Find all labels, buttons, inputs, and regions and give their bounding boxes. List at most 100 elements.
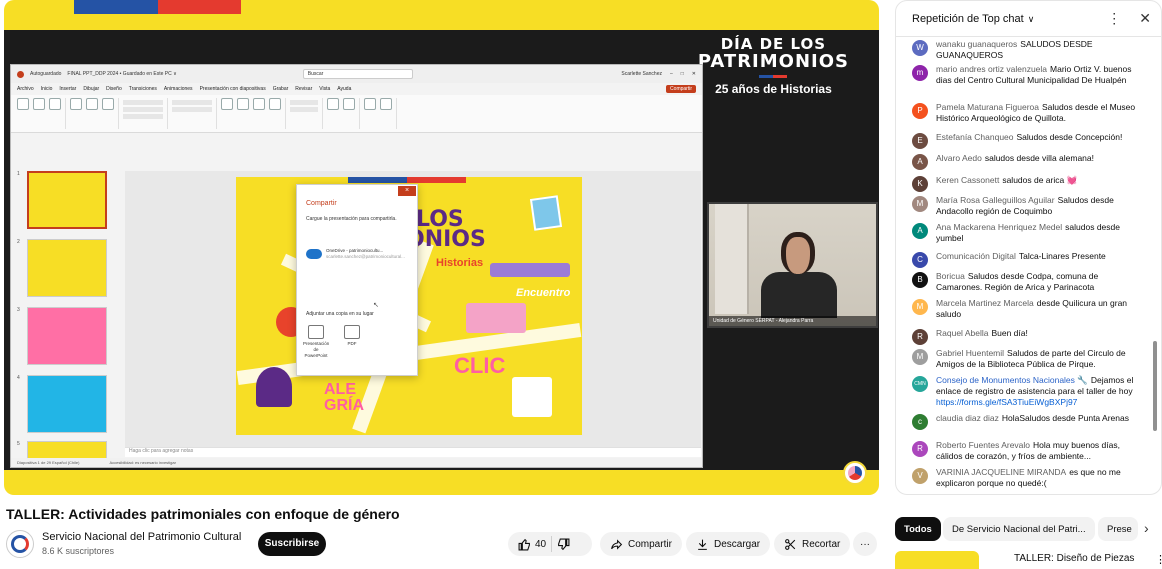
webcam-feed: Unidad de Género SERPAT - Alejandra Parr… bbox=[707, 202, 878, 328]
chat-author: claudia diaz diaz bbox=[936, 413, 999, 423]
chat-text: saludos de arica 💓 bbox=[1002, 175, 1078, 185]
chat-author: Marcela Martinez Marcela bbox=[936, 298, 1034, 308]
chat-author: Ana Mackarena Henriquez Medel bbox=[936, 222, 1063, 232]
related-video-title[interactable]: TALLER: Diseño de Piezas bbox=[1014, 553, 1134, 564]
close-chat-icon[interactable]: ✕ bbox=[1139, 10, 1151, 27]
channel-watermark-icon[interactable] bbox=[843, 461, 867, 485]
chat-message-list[interactable]: W wanaku guanaqueros SALUDOS DESDE GUANAQ… bbox=[896, 37, 1151, 494]
slide-ale-1: ALE bbox=[324, 381, 356, 398]
kebab-menu-icon[interactable]: ⋮ bbox=[1107, 10, 1121, 27]
chat-text: Talca-Linares Presente bbox=[1018, 251, 1106, 261]
chat-author: Roberto Fuentes Arevalo bbox=[936, 440, 1031, 450]
slide-thumbnail bbox=[27, 171, 107, 229]
chat-avatar: c bbox=[912, 414, 928, 430]
chip-presentations[interactable]: Prese bbox=[1098, 517, 1138, 541]
chat-message: V VARINIA JACQUELINE MIRANDA es que no me… bbox=[912, 467, 1142, 489]
chat-mode-dropdown[interactable]: Repetición de Top chat ∨ bbox=[912, 13, 1034, 25]
ppt-ribbon bbox=[11, 95, 702, 133]
chat-author: Comunicación Digital bbox=[936, 251, 1016, 261]
chat-author: wanaku guanaqueros bbox=[936, 39, 1018, 49]
related-kebab-icon[interactable]: ⋮ bbox=[1155, 553, 1162, 566]
thumbs-down-icon[interactable] bbox=[557, 538, 570, 551]
ppt-menu-item: Insertar bbox=[59, 86, 77, 92]
presenter-head bbox=[781, 232, 815, 274]
ppt-menu-item: Diseño bbox=[106, 86, 122, 92]
scissors-icon bbox=[785, 538, 796, 550]
ppt-search-input: Buscar bbox=[302, 69, 413, 79]
chat-message: P Pamela Maturana Figueroa Saludos desde … bbox=[912, 102, 1142, 124]
clip-button[interactable]: Recortar bbox=[774, 532, 851, 556]
like-button[interactable]: 40 bbox=[518, 538, 546, 551]
slide-thumbnails: 1 2 3 4 5 bbox=[15, 171, 119, 461]
related-video-thumbnail[interactable] bbox=[895, 551, 979, 569]
like-count: 40 bbox=[535, 538, 547, 550]
ppt-accessibility-status: Accesibilidad: es necesario investigar bbox=[109, 460, 176, 465]
onedrive-email: scarlette.sanchez@patrimoniocultural... bbox=[326, 254, 405, 259]
logo-line-1: DÍA DE LOS bbox=[720, 35, 827, 53]
video-player[interactable]: DÍA DE LOS PATRIMONIOS 25 años de Histor… bbox=[4, 0, 879, 495]
chip-all[interactable]: Todos bbox=[895, 517, 941, 541]
share-label: Compartir bbox=[628, 538, 672, 550]
chat-message: A Ana Mackarena Henriquez Medel saludos d… bbox=[912, 222, 1142, 244]
chat-link[interactable]: https://forms.gle/fSA3TiuEiWgBXPj97 bbox=[936, 397, 1077, 407]
chat-avatar: A bbox=[912, 223, 928, 239]
dialog-text: Cargue la presentación para compartirla. bbox=[306, 216, 397, 222]
ppt-menu-item: Ayuda bbox=[337, 86, 352, 92]
chat-text: Buen día! bbox=[991, 328, 1028, 338]
ppt-menu-item: Archivo bbox=[17, 86, 34, 92]
ppt-share-button: Compartir bbox=[666, 85, 696, 93]
ppt-menu-item: Vista bbox=[319, 86, 331, 92]
channel-avatar[interactable] bbox=[6, 530, 34, 558]
chevron-right-icon[interactable]: › bbox=[1144, 520, 1149, 536]
ppt-menu-item: Revisar bbox=[295, 86, 313, 92]
slide-clic: CLIC bbox=[454, 353, 506, 378]
presenter-body bbox=[761, 272, 837, 318]
chat-message: M Marcela Martinez Marcela desde Quilicur… bbox=[912, 298, 1142, 320]
chat-author: Consejo de Monumentos Nacionales 🔧 bbox=[936, 375, 1088, 385]
slide-thumbnail bbox=[27, 307, 107, 365]
chat-avatar: M bbox=[912, 349, 928, 365]
logo-line-3: 25 años de Historias bbox=[715, 82, 832, 96]
video-title: TALLER: Actividades patrimoniales con en… bbox=[6, 506, 400, 522]
chat-author: Raquel Abella bbox=[936, 328, 989, 338]
ppt-menu-item: Animaciones bbox=[163, 86, 193, 92]
chat-avatar: C bbox=[912, 252, 928, 268]
chat-message: B Boricua Saludos desde Codpa, comuna de … bbox=[912, 271, 1142, 293]
logo-line-2: PATRIMONIOS bbox=[697, 51, 849, 72]
chat-author: Estefanía Chanqueo bbox=[936, 132, 1014, 142]
slide-encuentro: Encuentro bbox=[516, 287, 571, 299]
option-powerpoint: Presentación de PowerPoint bbox=[303, 325, 329, 359]
chat-author: mario andres ortiz valenzuela bbox=[936, 64, 1048, 74]
more-actions-button[interactable]: ··· bbox=[853, 532, 877, 556]
chat-avatar: P bbox=[912, 103, 928, 119]
chat-avatar: W bbox=[912, 40, 928, 56]
live-chat-replay: Repetición de Top chat ∨ ⋮ ✕ W wanaku gua… bbox=[895, 0, 1162, 495]
maximize-icon: □ bbox=[680, 71, 684, 77]
chat-header: Repetición de Top chat ∨ ⋮ ✕ bbox=[896, 1, 1161, 37]
share-button[interactable]: Compartir bbox=[600, 532, 682, 556]
channel-name[interactable]: Servicio Nacional del Patrimonio Cultura… bbox=[42, 531, 241, 543]
chat-avatar: M bbox=[912, 196, 928, 212]
minimize-icon: – bbox=[669, 71, 673, 77]
subscribe-button[interactable]: Suscribirse bbox=[258, 532, 326, 556]
pdf-icon bbox=[344, 325, 360, 339]
chat-scrollbar[interactable] bbox=[1153, 341, 1157, 431]
ppt-file-title: FINAL PPT_DDP 2024 • Guardado en Este PC… bbox=[67, 71, 177, 77]
chat-avatar: m bbox=[912, 65, 928, 81]
chat-message: c claudia diaz diaz HolaSaludos desde Pun… bbox=[912, 413, 1142, 430]
thumbs-up-icon bbox=[518, 538, 530, 550]
option-powerpoint-label: Presentación de PowerPoint bbox=[303, 341, 330, 358]
chat-message: E Estefanía Chanqueo Saludos desde Concep… bbox=[912, 132, 1142, 149]
chat-author: Gabriel Huentemil bbox=[936, 348, 1005, 358]
slide-thumbnail bbox=[27, 375, 107, 433]
chip-from-channel[interactable]: De Servicio Nacional del Patri... bbox=[943, 517, 1095, 541]
chevron-down-icon: ∨ bbox=[1027, 13, 1035, 24]
chat-message: M María Rosa Galleguillos Aguilar Saludos… bbox=[912, 195, 1142, 217]
ppt-menu-item: Inicio bbox=[40, 86, 53, 92]
chat-avatar: A bbox=[912, 154, 928, 170]
ppt-menu-item: Dibujar bbox=[83, 86, 100, 92]
chat-avatar: R bbox=[912, 329, 928, 345]
chat-message: K Keren Cassonett saludos de arica 💓 bbox=[912, 175, 1142, 192]
chat-author: Pamela Maturana Figueroa bbox=[936, 102, 1040, 112]
download-button[interactable]: Descargar bbox=[686, 532, 771, 556]
